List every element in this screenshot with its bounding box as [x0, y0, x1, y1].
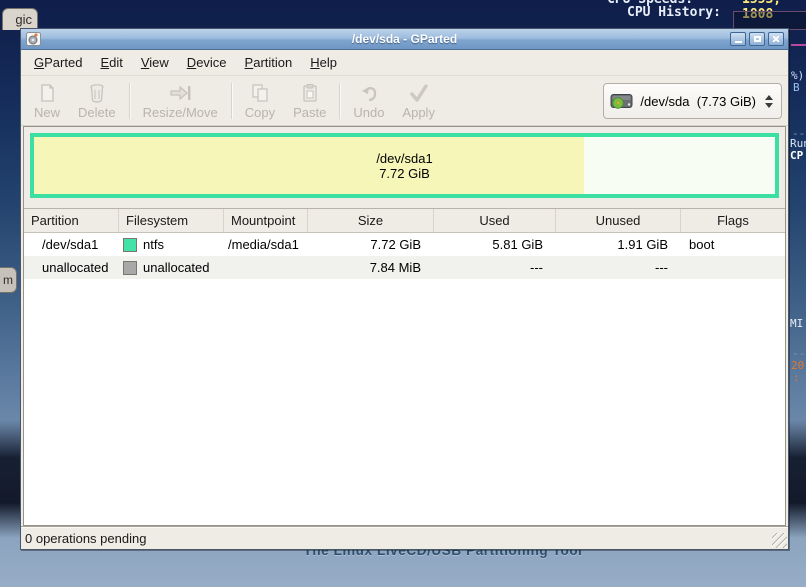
minimize-button[interactable]	[730, 32, 746, 46]
apply-button[interactable]: Apply	[393, 80, 444, 121]
statusbar: 0 operations pending	[21, 526, 788, 549]
delete-partition-icon	[86, 82, 108, 104]
resize-grip[interactable]	[772, 533, 787, 548]
delete-button[interactable]: Delete	[69, 80, 125, 121]
new-partition-icon	[36, 82, 58, 104]
filesystem-color-swatch	[123, 238, 137, 252]
menu-gparted[interactable]: GParted	[25, 52, 91, 73]
new-button[interactable]: New	[25, 80, 69, 121]
device-selector-spinner[interactable]	[765, 95, 773, 108]
resize-move-icon	[168, 82, 192, 104]
shaded-window-tab-side[interactable]: m	[0, 267, 17, 293]
spinner-down-icon	[765, 103, 773, 108]
conky-cpu-history-label: CPU History:	[627, 5, 721, 20]
spinner-up-icon	[765, 95, 773, 100]
partition-visual-sda1[interactable]: /dev/sda1 7.72 GiB	[30, 133, 779, 198]
gparted-window: /dev/sda - GParted GParted Edit View Dev…	[20, 28, 789, 550]
filesystem-color-swatch	[123, 261, 137, 275]
resize-move-button[interactable]: Resize/Move	[134, 80, 227, 121]
partition-bar-size: 7.72 GiB	[379, 166, 430, 181]
cell-unused: 1.91 GiB	[556, 233, 681, 256]
desktop: CPU Speeds: 1553, 1808 CPU History: %) B…	[0, 0, 806, 587]
cell-flags: boot	[681, 233, 785, 256]
menu-view[interactable]: View	[132, 52, 178, 73]
partition-visual-panel: /dev/sda1 7.72 GiB	[24, 127, 785, 204]
table-row-sda1[interactable]: /dev/sda1 ntfs /media/sda1 7.72 GiB 5.81…	[24, 233, 785, 256]
window-title: /dev/sda - GParted	[21, 32, 788, 46]
undo-button[interactable]: Undo	[344, 80, 393, 121]
hard-drive-icon	[610, 92, 634, 110]
titlebar[interactable]: /dev/sda - GParted	[21, 29, 788, 50]
column-header-unused[interactable]: Unused	[556, 209, 681, 232]
column-header-used[interactable]: Used	[434, 209, 556, 232]
undo-icon	[358, 82, 380, 104]
toolbar-label: Delete	[78, 105, 116, 120]
cell-mountpoint: /media/sda1	[224, 233, 308, 256]
toolbar: New Delete Resize/Move	[21, 76, 788, 126]
cell-size: 7.84 MiB	[308, 256, 434, 279]
toolbar-label: Paste	[293, 105, 326, 120]
partition-bar-labels: /dev/sda1 7.72 GiB	[34, 137, 775, 194]
toolbar-label: Copy	[245, 105, 275, 120]
copy-icon	[249, 82, 271, 104]
copy-button[interactable]: Copy	[236, 80, 284, 121]
window-content: /dev/sda1 7.72 GiB Partition Filesystem …	[23, 126, 786, 526]
column-header-mountpoint[interactable]: Mountpoint	[224, 209, 308, 232]
partition-bar-name: /dev/sda1	[376, 151, 432, 166]
toolbar-separator	[231, 83, 232, 119]
filesystem-label: ntfs	[143, 233, 164, 256]
apply-icon	[407, 82, 431, 104]
minimize-icon	[735, 41, 742, 43]
conky-graph-edge	[791, 44, 806, 46]
cell-used: 5.81 GiB	[434, 233, 556, 256]
conky-fragment: :	[793, 371, 800, 384]
toolbar-separator	[129, 83, 130, 119]
device-selector[interactable]: /dev/sda (7.73 GiB)	[603, 83, 782, 119]
toolbar-label: Apply	[402, 105, 435, 120]
toolbar-label: Undo	[353, 105, 384, 120]
column-header-flags[interactable]: Flags	[681, 209, 785, 232]
menu-partition[interactable]: Partition	[236, 52, 302, 73]
maximize-icon	[754, 36, 761, 42]
toolbar-label: New	[34, 105, 60, 120]
cell-flags	[681, 256, 785, 279]
table-header: Partition Filesystem Mountpoint Size Use…	[24, 209, 785, 233]
column-header-size[interactable]: Size	[308, 209, 434, 232]
table-empty-area	[24, 279, 785, 525]
pending-operations-text: 0 operations pending	[25, 531, 146, 546]
column-header-partition[interactable]: Partition	[24, 209, 119, 232]
partition-table: Partition Filesystem Mountpoint Size Use…	[24, 208, 785, 525]
cell-filesystem: unallocated	[119, 256, 224, 279]
menu-help[interactable]: Help	[301, 52, 346, 73]
toolbar-label: Resize/Move	[143, 105, 218, 120]
paste-button[interactable]: Paste	[284, 80, 335, 121]
cell-unused: ---	[556, 256, 681, 279]
cell-size: 7.72 GiB	[308, 233, 434, 256]
toolbar-separator	[339, 83, 340, 119]
shaded-window-tab-magic[interactable]: gic	[2, 8, 38, 30]
close-button[interactable]	[768, 32, 784, 46]
menu-edit[interactable]: Edit	[91, 52, 131, 73]
menubar: GParted Edit View Device Partition Help	[21, 50, 788, 76]
device-selector-value: /dev/sda (7.73 GiB)	[640, 94, 756, 109]
close-icon	[772, 35, 780, 43]
cell-partition: /dev/sda1	[24, 233, 119, 256]
maximize-button[interactable]	[749, 32, 765, 46]
cell-partition: unallocated	[24, 256, 119, 279]
conky-fragment: CP	[790, 149, 803, 162]
filesystem-label: unallocated	[143, 256, 210, 279]
column-header-filesystem[interactable]: Filesystem	[119, 209, 224, 232]
table-row-unallocated[interactable]: unallocated unallocated 7.84 MiB --- ---	[24, 256, 785, 279]
conky-fragment: B	[793, 81, 800, 94]
cell-mountpoint	[224, 256, 308, 279]
cell-filesystem: ntfs	[119, 233, 224, 256]
window-controls	[730, 32, 784, 46]
cell-used: ---	[434, 256, 556, 279]
conky-fragment: MI	[790, 317, 803, 330]
paste-icon	[299, 82, 321, 104]
menu-device[interactable]: Device	[178, 52, 236, 73]
